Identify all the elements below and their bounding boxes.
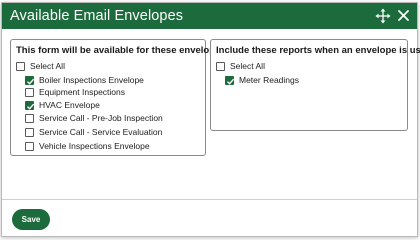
checkbox-checked[interactable] — [225, 75, 235, 85]
email-envelopes-dialog: Available Email Envelopes This form will… — [1, 2, 420, 237]
select-all-label: Select All — [230, 61, 265, 71]
option-label: Service Call - Service Evaluation — [39, 127, 163, 137]
option-label: Vehicle Inspections Envelope — [39, 141, 150, 151]
envelope-option-equipment[interactable]: Equipment Inspections — [25, 86, 125, 98]
envelope-option-service-eval[interactable]: Service Call - Service Evaluation — [25, 126, 162, 138]
checkbox[interactable] — [25, 127, 34, 137]
envelope-option-boiler[interactable]: Boiler Inspections Envelope — [25, 74, 144, 86]
option-label: HVAC Envelope — [39, 100, 100, 110]
checkbox[interactable] — [25, 87, 34, 97]
envelopes-panel-header: This form will be available for these en… — [16, 45, 229, 56]
checkmark-icon — [27, 78, 35, 85]
checkbox-checked[interactable] — [25, 75, 35, 85]
close-icon[interactable] — [397, 9, 410, 22]
envelopes-select-all[interactable]: Select All — [16, 60, 65, 72]
envelope-option-pre-job[interactable]: Service Call - Pre-Job Inspection — [25, 112, 163, 124]
checkbox-checked[interactable] — [25, 100, 35, 110]
checkmark-icon — [27, 103, 35, 110]
checkmark-icon — [227, 78, 235, 85]
dialog-title: Available Email Envelopes — [10, 8, 184, 24]
checkbox[interactable] — [25, 141, 34, 151]
save-button[interactable]: Save — [12, 209, 50, 230]
option-label: Equipment Inspections — [39, 87, 125, 97]
option-label: Meter Readings — [239, 75, 300, 85]
select-all-label: Select All — [30, 61, 65, 71]
move-arrows-icon[interactable] — [375, 8, 391, 24]
envelope-option-vehicle[interactable]: Vehicle Inspections Envelope — [25, 140, 150, 152]
checkbox[interactable] — [25, 113, 34, 123]
dialog-titlebar: Available Email Envelopes — [2, 3, 417, 29]
envelope-option-hvac[interactable]: HVAC Envelope — [25, 99, 100, 111]
reports-select-all[interactable]: Select All — [216, 60, 265, 72]
reports-panel-header: Include these reports when an envelope i… — [216, 45, 420, 56]
select-all-checkbox[interactable] — [216, 61, 225, 71]
option-label: Service Call - Pre-Job Inspection — [39, 113, 163, 123]
report-option-meter-readings[interactable]: Meter Readings — [225, 74, 299, 86]
option-label: Boiler Inspections Envelope — [39, 75, 144, 85]
envelopes-panel: This form will be available for these en… — [10, 39, 229, 156]
select-all-checkbox[interactable] — [16, 61, 25, 71]
footer-divider — [2, 199, 417, 200]
reports-panel: Include these reports when an envelope i… — [210, 39, 420, 131]
